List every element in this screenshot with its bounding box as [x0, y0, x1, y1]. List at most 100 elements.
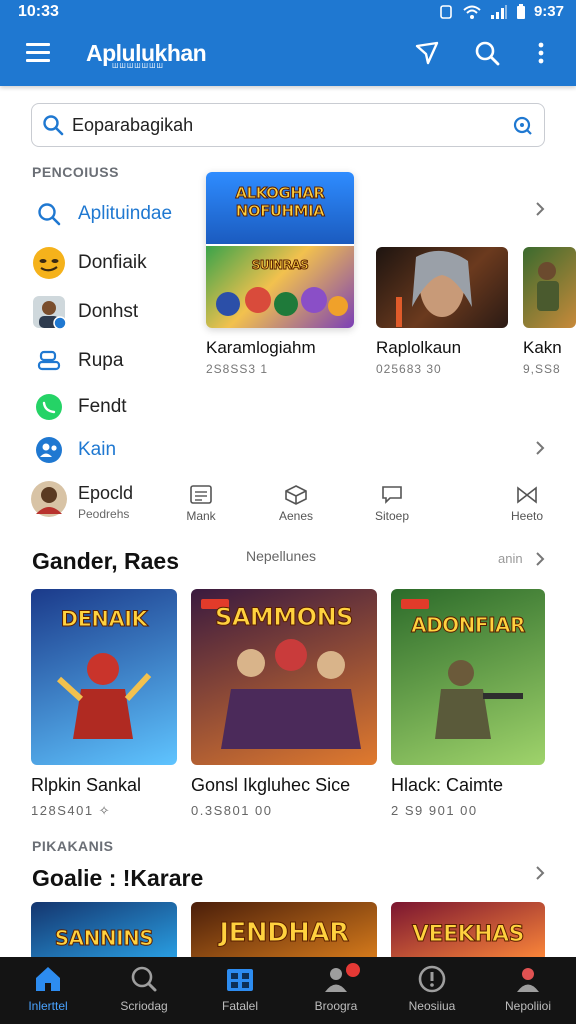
- info-icon: [418, 965, 446, 993]
- send-icon[interactable]: [412, 38, 442, 68]
- smiley-avatar-icon: [30, 244, 68, 282]
- search-input[interactable]: [72, 113, 492, 137]
- more-vert-icon[interactable]: [526, 38, 556, 68]
- game-art-text: JENDHAR: [219, 918, 350, 949]
- home-icon: [36, 967, 60, 991]
- section-sublabel: Nepellunes: [246, 548, 317, 564]
- profile-shortcut[interactable]: Epocld Peodrehs: [30, 478, 170, 522]
- featured-title: Karamlogiahm: [206, 338, 316, 357]
- featured-title: Raplolkaun: [376, 338, 462, 357]
- account-icon: [517, 968, 539, 992]
- tile-label: Aenes: [278, 509, 314, 523]
- signal-icon: [490, 4, 507, 19]
- chat-icon: [382, 486, 402, 504]
- battery-icon: [516, 3, 525, 19]
- featured-banner-card[interactable]: ALKOGHAR NOFUHMIA SUINRAS: [206, 172, 354, 328]
- chevron-right-icon[interactable]: [533, 441, 547, 455]
- chevron-right-icon[interactable]: [533, 552, 547, 566]
- game-name: Gonsl Ikgluhec Sice: [191, 775, 351, 795]
- see-more-link[interactable]: anin: [498, 551, 523, 566]
- tile-label: Mank: [186, 509, 216, 523]
- game-meta: 2 S9 901 00: [391, 803, 478, 818]
- people-icon: [30, 431, 68, 469]
- notification-badge: [346, 963, 360, 977]
- game-meta: 0.3S801 00: [191, 803, 273, 818]
- list-item-label: Donfiaik: [78, 252, 147, 273]
- user-avatar-icon: [30, 293, 68, 331]
- warrior-portrait-icon: [396, 250, 472, 327]
- wifi-icon: [463, 5, 481, 19]
- game-card[interactable]: SANNINS: [31, 902, 177, 962]
- list-item-aplituindae[interactable]: Aplituindae: [30, 194, 200, 234]
- nav-item-info[interactable]: Neosiiua: [384, 957, 480, 1024]
- search-icon: [131, 966, 157, 992]
- app-subtitle: ШШШШШШШ: [112, 63, 164, 70]
- featured-art: SUINRAS: [206, 246, 354, 328]
- chevron-right-icon[interactable]: [533, 202, 547, 216]
- section-title: Goalie : !Karare: [32, 865, 204, 891]
- featured-meta: 2S8SS3 1: [206, 362, 269, 376]
- list-item-rupa[interactable]: Rupa: [30, 341, 200, 381]
- nav-item-account[interactable]: Nepoliioi: [480, 957, 576, 1024]
- menu-icon[interactable]: [24, 40, 52, 64]
- featured-meta: 025683 30: [376, 362, 442, 376]
- featured-banner: ALKOGHAR NOFUHMIA: [206, 172, 354, 244]
- profile-title: Epocld: [78, 483, 134, 503]
- status-clock: 9:37: [533, 3, 564, 20]
- search-box[interactable]: [31, 103, 545, 147]
- chevron-right-icon[interactable]: [533, 866, 547, 880]
- notification-icon: [440, 4, 452, 19]
- list-item-label: Donhst: [78, 301, 139, 322]
- character-group-icon: [216, 287, 348, 316]
- avatar: [31, 481, 67, 517]
- game-meta: 128S401 ✧: [31, 803, 112, 818]
- nav-label: Neosiiua: [408, 999, 456, 1013]
- heroes-group-icon: [221, 639, 361, 749]
- featured-card-3[interactable]: [523, 247, 576, 328]
- game-card[interactable]: JENDHAR: [191, 902, 377, 962]
- featured-art-text: SUINRAS: [251, 258, 309, 273]
- tile-aenes[interactable]: Aenes: [268, 485, 324, 523]
- featured-meta: 9,SS8: [523, 362, 561, 376]
- tile-label: Sitoep: [374, 509, 410, 523]
- nav-label: Nepoliioi: [504, 999, 552, 1013]
- list-item-kain[interactable]: Kain: [30, 430, 200, 470]
- bed-icon: [30, 342, 68, 380]
- bottom-navigation: Inlerttel Scriodag Fatalel Broogra Neosi…: [0, 957, 576, 1024]
- game-card[interactable]: DENAIK: [31, 589, 177, 765]
- tile-sitoep[interactable]: Sitoep: [366, 485, 418, 523]
- list-item-label: Fendt: [78, 396, 127, 417]
- tile-mank[interactable]: Mank: [176, 485, 226, 523]
- bow-tie-icon: [517, 486, 537, 504]
- list-item-label: Aplituindae: [78, 203, 173, 224]
- nav-label: Inlerttel: [28, 999, 68, 1013]
- banner-text: ALKOGHAR NOFUHMIA: [235, 184, 325, 221]
- tile-label: Heeto: [510, 509, 544, 523]
- apps-icon: [227, 969, 253, 991]
- status-icons: 9:37: [438, 3, 564, 20]
- list-item-donhst[interactable]: Donhst: [30, 292, 200, 332]
- list-item-donfiaik[interactable]: Donfiaik: [30, 243, 200, 283]
- game-name: Hlack: Caimte: [391, 775, 504, 795]
- featured-card-2[interactable]: [376, 247, 508, 328]
- list-item-fendt[interactable]: Fendt: [30, 387, 200, 427]
- voice-search-icon[interactable]: [512, 115, 534, 137]
- list-item-label: Kain: [78, 439, 117, 460]
- search-icon[interactable]: [472, 38, 502, 68]
- featured-title: Kakn: [523, 338, 562, 357]
- nav-item-apps[interactable]: Fatalel: [192, 957, 288, 1024]
- game-card[interactable]: ADONFIAR: [391, 589, 545, 765]
- tile-heeto[interactable]: Heeto: [506, 485, 548, 523]
- game-card[interactable]: SAMMONS: [191, 589, 377, 765]
- section-title: Gander, Raes: [32, 548, 180, 574]
- soldier-character-icon: [435, 660, 523, 739]
- nav-item-profile[interactable]: Broogra: [288, 957, 384, 1024]
- section-caption: PIKAKANIS: [32, 838, 114, 854]
- list-item-label: Rupa: [78, 350, 124, 371]
- game-card[interactable]: VEEKHAS: [391, 902, 545, 962]
- whatsapp-icon: [30, 388, 68, 426]
- nav-item-search[interactable]: Scriodag: [96, 957, 192, 1024]
- box-icon: [285, 485, 307, 505]
- list-caption: PENCOIUSS: [32, 164, 119, 180]
- nav-item-home[interactable]: Inlerttel: [0, 957, 96, 1024]
